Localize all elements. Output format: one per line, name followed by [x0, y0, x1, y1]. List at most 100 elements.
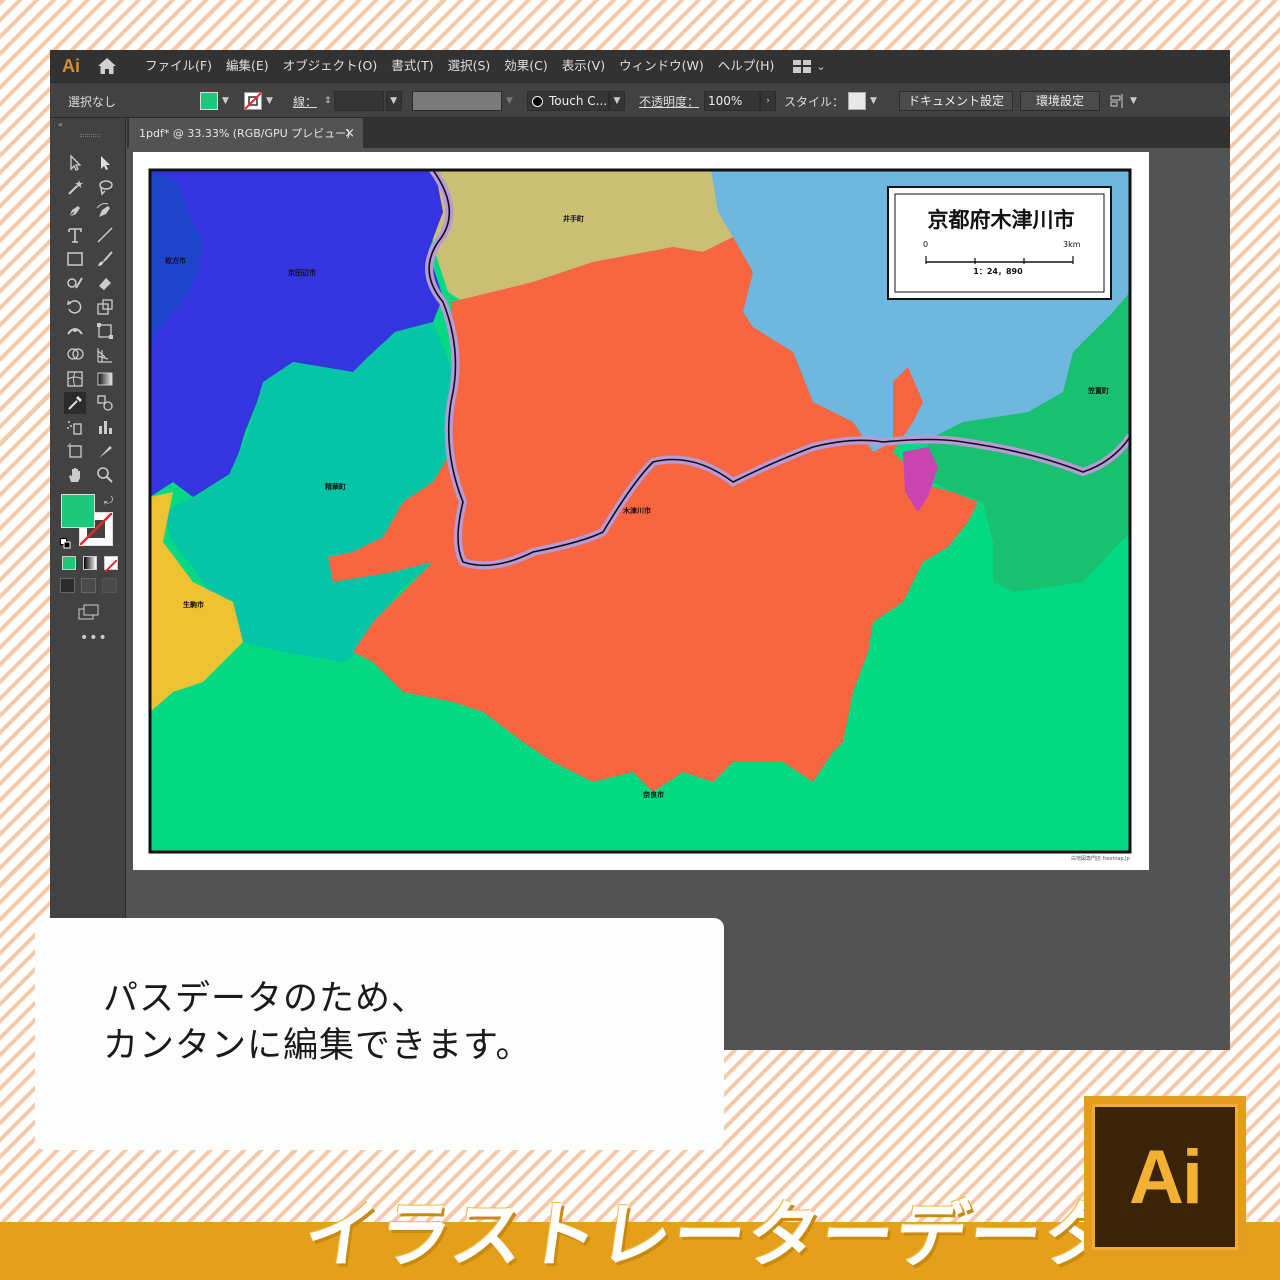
- type-tool-icon[interactable]: [64, 224, 86, 246]
- opacity-label[interactable]: 不透明度：: [639, 83, 699, 119]
- color-mode-icon[interactable]: [62, 556, 76, 570]
- stroke-weight-field[interactable]: ⇕ ▼: [324, 83, 402, 119]
- opacity-field[interactable]: 100% ›: [704, 83, 776, 119]
- draw-modes: [60, 578, 117, 593]
- align-icon[interactable]: [1110, 94, 1126, 108]
- document-tab[interactable]: 1pdf* @ 33.33% (RGB/GPU プレビュー) ×: [129, 118, 363, 148]
- menu-bar: Ai ファイル(F) 編集(E) オブジェクト(O) 書式(T) 選択(S) 効…: [50, 50, 1230, 82]
- control-bar: 選択なし ▼ ▼ 線： ⇕ ▼ ▼ Touch C... ▼ 不透明度： 100…: [50, 82, 1230, 118]
- line-tool-icon[interactable]: [94, 224, 116, 246]
- width-tool-icon[interactable]: [64, 320, 86, 342]
- label-ide: 井手町: [563, 215, 584, 223]
- label-seika: 精華町: [325, 483, 346, 491]
- perspective-grid-tool-icon[interactable]: [94, 344, 116, 366]
- pen-tool-icon[interactable]: [64, 200, 86, 222]
- document-setup-button[interactable]: ドキュメント設定: [899, 91, 1014, 111]
- chevron-right-icon[interactable]: ›: [766, 96, 770, 106]
- fill-control[interactable]: ▼: [200, 83, 229, 119]
- label-kizugawa: 木津川市: [623, 507, 651, 515]
- fill-color-swatch[interactable]: [61, 494, 95, 528]
- column-graph-tool-icon[interactable]: [94, 416, 116, 438]
- collapse-panel-icon[interactable]: «: [58, 120, 63, 129]
- preferences-button[interactable]: 環境設定: [1020, 91, 1100, 111]
- chevron-down-icon[interactable]: ▼: [222, 96, 229, 106]
- gradient-tool-icon[interactable]: [94, 368, 116, 390]
- ai-badge-text: Ai: [1129, 1134, 1203, 1220]
- label-kasagi: 笠置町: [1088, 387, 1109, 395]
- workspace-switcher[interactable]: ⌄: [793, 59, 826, 73]
- swap-colors-icon[interactable]: ⤾: [104, 494, 113, 508]
- menu-file[interactable]: ファイル(F): [138, 50, 219, 82]
- curvature-tool-icon[interactable]: [94, 200, 116, 222]
- scale-start: 0: [923, 240, 929, 249]
- label-ikoma: 生駒市: [183, 601, 204, 609]
- workspace-grid-icon: [793, 59, 812, 73]
- shape-builder-tool-icon[interactable]: [64, 344, 86, 366]
- draw-behind-icon[interactable]: [81, 578, 96, 593]
- default-colors-icon[interactable]: [60, 534, 71, 553]
- stroke-control[interactable]: ▼: [244, 83, 273, 119]
- stepper-icon[interactable]: ⇕: [324, 96, 332, 106]
- selection-tool-icon[interactable]: [64, 152, 86, 174]
- scale-end: 3km: [1063, 240, 1081, 249]
- arrange-documents[interactable]: ▼: [1110, 83, 1137, 119]
- menu-effect[interactable]: 効果(C): [497, 50, 554, 82]
- draw-inside-icon[interactable]: [102, 578, 117, 593]
- free-transform-tool-icon[interactable]: [94, 320, 116, 342]
- info-text-line1: パスデータのため、: [103, 979, 428, 1019]
- artboard[interactable]: 京都府木津川市 0 3km 1：24，890 枚方市 京田辺市 井手町 笠置町 …: [133, 152, 1149, 870]
- menu-window[interactable]: ウィンドウ(W): [612, 50, 711, 82]
- style-picker[interactable]: ▼: [848, 83, 877, 119]
- draw-normal-icon[interactable]: [60, 578, 75, 593]
- menu-edit[interactable]: 編集(E): [219, 50, 276, 82]
- chevron-down-icon[interactable]: ▼: [506, 96, 513, 106]
- fill-swatch[interactable]: [200, 92, 218, 110]
- close-icon[interactable]: ×: [344, 126, 355, 141]
- none-mode-icon[interactable]: [104, 556, 118, 573]
- symbol-sprayer-tool-icon[interactable]: [64, 416, 86, 438]
- app-logo: Ai: [62, 55, 80, 76]
- brush-definition[interactable]: Touch C... ▼: [527, 83, 625, 119]
- menu-view[interactable]: 表示(V): [555, 50, 612, 82]
- rotate-tool-icon[interactable]: [64, 296, 86, 318]
- menu-type[interactable]: 書式(T): [384, 50, 440, 82]
- screen-mode-icon[interactable]: [78, 604, 100, 624]
- stroke-none-icon[interactable]: [244, 92, 262, 110]
- direct-selection-tool-icon[interactable]: [94, 152, 116, 174]
- artboard-tool-icon[interactable]: [64, 440, 86, 462]
- chevron-down-icon[interactable]: ▼: [870, 96, 877, 106]
- blend-tool-icon[interactable]: [94, 392, 116, 414]
- illustrator-window: Ai ファイル(F) 編集(E) オブジェクト(O) 書式(T) 選択(S) 効…: [50, 50, 1230, 1050]
- slice-tool-icon[interactable]: [94, 440, 116, 462]
- scale-tool-icon[interactable]: [94, 296, 116, 318]
- rectangle-tool-icon[interactable]: [64, 248, 86, 270]
- opacity-value[interactable]: 100%: [704, 91, 760, 111]
- variable-width-profile[interactable]: ▼: [412, 83, 513, 119]
- banner-title: イラストレーターデータ: [299, 1193, 1124, 1277]
- zoom-tool-icon[interactable]: [94, 464, 116, 486]
- canvas-area[interactable]: 京都府木津川市 0 3km 1：24，890 枚方市 京田辺市 井手町 笠置町 …: [127, 148, 1230, 1050]
- eyedropper-tool-icon[interactable]: [64, 392, 86, 414]
- hand-tool-icon[interactable]: [64, 464, 86, 486]
- shaper-tool-icon[interactable]: [64, 272, 86, 294]
- scale-ratio: 1：24，890: [973, 267, 1023, 276]
- chevron-down-icon[interactable]: ▼: [614, 96, 621, 106]
- chevron-down-icon[interactable]: ▼: [266, 96, 273, 106]
- magic-wand-tool-icon[interactable]: [64, 176, 86, 198]
- menu-help[interactable]: ヘルプ(H): [711, 50, 782, 82]
- more-tools-icon[interactable]: •••: [80, 630, 108, 646]
- chevron-down-icon[interactable]: ▼: [390, 96, 397, 106]
- menu-select[interactable]: 選択(S): [441, 50, 498, 82]
- gradient-mode-icon[interactable]: [83, 556, 97, 570]
- label-kyotanabe: 京田辺市: [288, 269, 316, 277]
- map-credit: 白地図専門店 freemap.jp: [1071, 856, 1130, 862]
- mesh-tool-icon[interactable]: [64, 368, 86, 390]
- tools-panel: « ⤾ •••: [50, 118, 126, 1050]
- home-icon[interactable]: [92, 50, 122, 82]
- lasso-tool-icon[interactable]: [94, 176, 116, 198]
- menu-object[interactable]: オブジェクト(O): [276, 50, 385, 82]
- eraser-tool-icon[interactable]: [94, 272, 116, 294]
- chevron-down-icon[interactable]: ▼: [1130, 96, 1137, 106]
- brush-dot-icon: [532, 95, 543, 107]
- paintbrush-tool-icon[interactable]: [94, 248, 116, 270]
